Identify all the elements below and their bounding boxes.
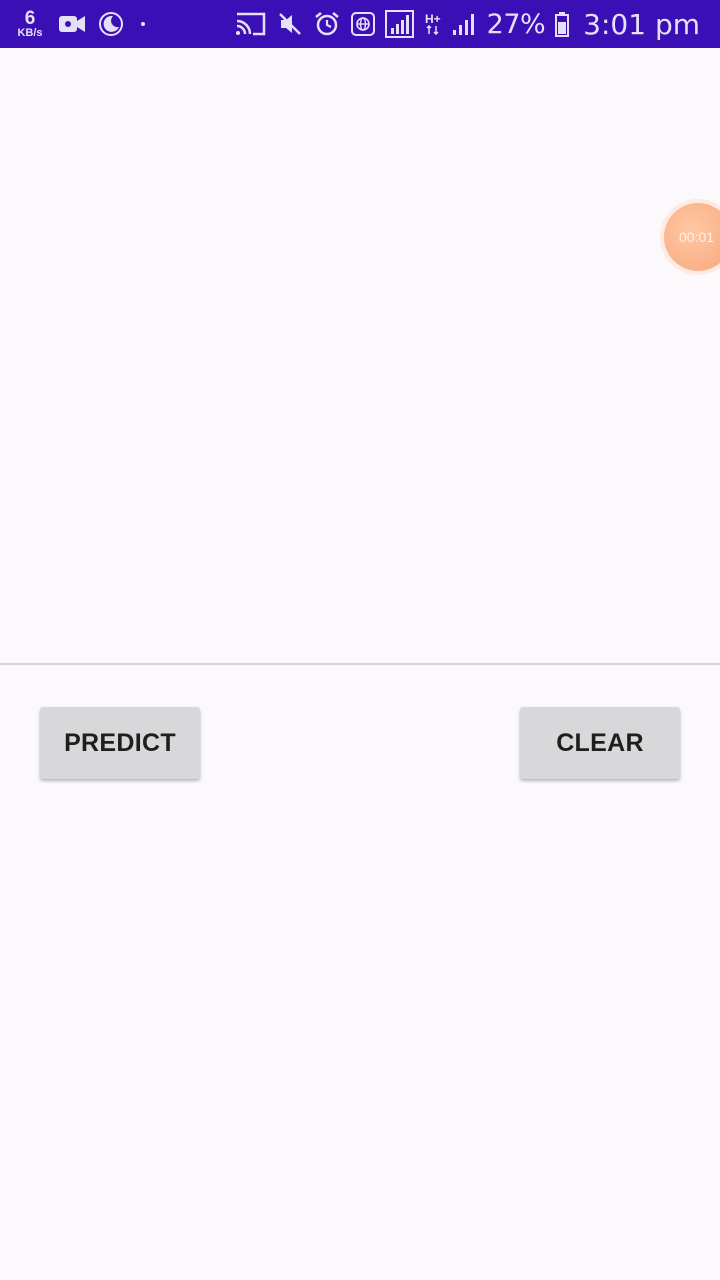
recorder-timer: 00:01 bbox=[679, 229, 715, 245]
clear-button[interactable]: CLEAR bbox=[520, 707, 680, 779]
globe-icon bbox=[350, 11, 375, 37]
network-speed-unit: KB/s bbox=[17, 27, 43, 39]
video-camera-icon bbox=[58, 13, 86, 35]
network-speed: 6 KB/s bbox=[14, 9, 46, 39]
status-bar-right: H+ 27% 3:01 pm bbox=[235, 0, 700, 48]
battery-icon bbox=[555, 11, 570, 37]
predict-button[interactable]: PREDICT bbox=[40, 707, 200, 779]
drawing-canvas[interactable] bbox=[0, 48, 720, 663]
divider bbox=[0, 663, 720, 665]
network-type: H+ bbox=[425, 13, 441, 35]
mute-icon bbox=[277, 11, 303, 37]
network-type-label: H+ bbox=[424, 12, 441, 26]
alarm-icon bbox=[313, 10, 341, 38]
dot-icon bbox=[136, 17, 150, 31]
signal-icon bbox=[384, 10, 415, 38]
clock: 3:01 pm bbox=[583, 7, 700, 41]
status-bar-left: 6 KB/s bbox=[14, 0, 150, 48]
moon-icon bbox=[98, 11, 124, 37]
network-speed-value: 6 bbox=[24, 8, 36, 29]
signal-icon-2 bbox=[451, 11, 477, 37]
battery-percent: 27% bbox=[486, 8, 546, 40]
status-bar: 6 KB/s H+ 27% 3:01 pm bbox=[0, 0, 720, 48]
cast-icon bbox=[235, 11, 267, 37]
